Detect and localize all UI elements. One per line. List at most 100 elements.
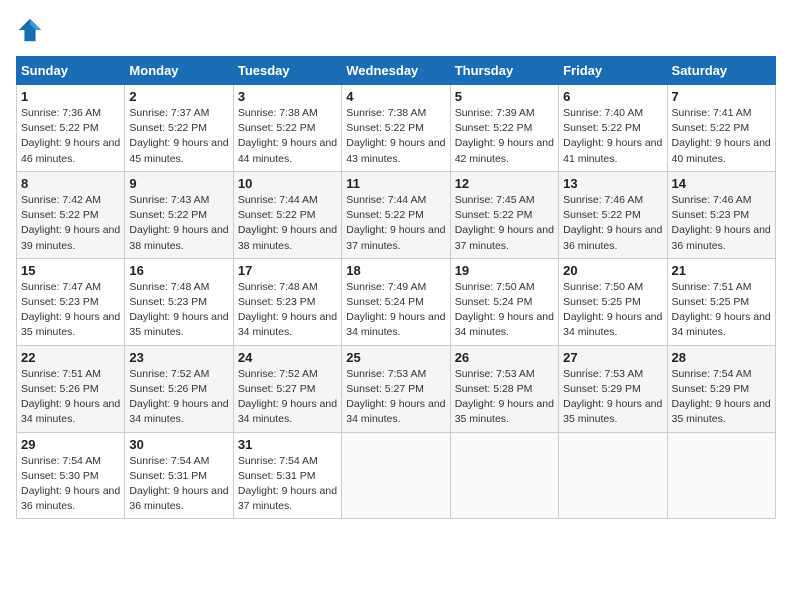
weekday-header-wednesday: Wednesday <box>342 57 450 85</box>
day-detail: Sunrise: 7:53 AMSunset: 5:29 PMDaylight:… <box>563 367 662 428</box>
day-detail: Sunrise: 7:48 AMSunset: 5:23 PMDaylight:… <box>129 280 228 341</box>
day-detail: Sunrise: 7:50 AMSunset: 5:25 PMDaylight:… <box>563 280 662 341</box>
calendar-cell <box>667 432 775 519</box>
day-detail: Sunrise: 7:37 AMSunset: 5:22 PMDaylight:… <box>129 106 228 167</box>
calendar-cell: 9 Sunrise: 7:43 AMSunset: 5:22 PMDaylight… <box>125 171 233 258</box>
day-number: 12 <box>455 176 554 191</box>
calendar-week-5: 29 Sunrise: 7:54 AMSunset: 5:30 PMDayligh… <box>17 432 776 519</box>
calendar-cell: 3Sunrise: 7:38 AMSunset: 5:22 PMDaylight… <box>233 85 341 172</box>
day-number: 11 <box>346 176 445 191</box>
day-detail: Sunrise: 7:53 AMSunset: 5:27 PMDaylight:… <box>346 367 445 428</box>
calendar-cell: 27 Sunrise: 7:53 AMSunset: 5:29 PMDayligh… <box>559 345 667 432</box>
calendar-week-2: 8 Sunrise: 7:42 AMSunset: 5:22 PMDaylight… <box>17 171 776 258</box>
page-header <box>16 16 776 44</box>
weekday-header-friday: Friday <box>559 57 667 85</box>
day-detail: Sunrise: 7:52 AMSunset: 5:26 PMDaylight:… <box>129 367 228 428</box>
weekday-header-tuesday: Tuesday <box>233 57 341 85</box>
day-number: 22 <box>21 350 120 365</box>
calendar-cell: 10 Sunrise: 7:44 AMSunset: 5:22 PMDayligh… <box>233 171 341 258</box>
day-number: 20 <box>563 263 662 278</box>
calendar-cell: 7Sunrise: 7:41 AMSunset: 5:22 PMDaylight… <box>667 85 775 172</box>
day-number: 9 <box>129 176 228 191</box>
calendar-cell: 25 Sunrise: 7:53 AMSunset: 5:27 PMDayligh… <box>342 345 450 432</box>
day-detail: Sunrise: 7:54 AMSunset: 5:31 PMDaylight:… <box>129 454 228 515</box>
day-detail: Sunrise: 7:41 AMSunset: 5:22 PMDaylight:… <box>672 106 771 167</box>
day-detail: Sunrise: 7:52 AMSunset: 5:27 PMDaylight:… <box>238 367 337 428</box>
calendar-cell: 8 Sunrise: 7:42 AMSunset: 5:22 PMDaylight… <box>17 171 125 258</box>
day-detail: Sunrise: 7:54 AMSunset: 5:30 PMDaylight:… <box>21 454 120 515</box>
day-number: 31 <box>238 437 337 452</box>
day-number: 23 <box>129 350 228 365</box>
calendar-cell: 26 Sunrise: 7:53 AMSunset: 5:28 PMDayligh… <box>450 345 558 432</box>
day-number: 29 <box>21 437 120 452</box>
calendar-cell <box>559 432 667 519</box>
day-number: 16 <box>129 263 228 278</box>
day-number: 10 <box>238 176 337 191</box>
calendar-cell: 4Sunrise: 7:38 AMSunset: 5:22 PMDaylight… <box>342 85 450 172</box>
weekday-header-saturday: Saturday <box>667 57 775 85</box>
day-number: 25 <box>346 350 445 365</box>
calendar-cell: 31Sunrise: 7:54 AMSunset: 5:31 PMDayligh… <box>233 432 341 519</box>
day-detail: Sunrise: 7:44 AMSunset: 5:22 PMDaylight:… <box>238 193 337 254</box>
day-number: 18 <box>346 263 445 278</box>
weekday-header-thursday: Thursday <box>450 57 558 85</box>
calendar-cell: 12 Sunrise: 7:45 AMSunset: 5:22 PMDayligh… <box>450 171 558 258</box>
day-detail: Sunrise: 7:51 AMSunset: 5:26 PMDaylight:… <box>21 367 120 428</box>
calendar-cell: 23 Sunrise: 7:52 AMSunset: 5:26 PMDayligh… <box>125 345 233 432</box>
day-number: 2 <box>129 89 228 104</box>
logo-icon <box>16 16 44 44</box>
calendar-cell: 16 Sunrise: 7:48 AMSunset: 5:23 PMDayligh… <box>125 258 233 345</box>
day-number: 26 <box>455 350 554 365</box>
day-detail: Sunrise: 7:42 AMSunset: 5:22 PMDaylight:… <box>21 193 120 254</box>
day-number: 6 <box>563 89 662 104</box>
logo <box>16 16 48 44</box>
weekday-header-sunday: Sunday <box>17 57 125 85</box>
day-number: 1 <box>21 89 120 104</box>
day-number: 15 <box>21 263 120 278</box>
calendar-cell <box>342 432 450 519</box>
day-detail: Sunrise: 7:48 AMSunset: 5:23 PMDaylight:… <box>238 280 337 341</box>
day-detail: Sunrise: 7:51 AMSunset: 5:25 PMDaylight:… <box>672 280 771 341</box>
calendar-cell: 19 Sunrise: 7:50 AMSunset: 5:24 PMDayligh… <box>450 258 558 345</box>
day-detail: Sunrise: 7:50 AMSunset: 5:24 PMDaylight:… <box>455 280 554 341</box>
day-detail: Sunrise: 7:45 AMSunset: 5:22 PMDaylight:… <box>455 193 554 254</box>
calendar-cell: 30Sunrise: 7:54 AMSunset: 5:31 PMDayligh… <box>125 432 233 519</box>
calendar-cell <box>450 432 558 519</box>
calendar-week-1: 1 Sunrise: 7:36 AMSunset: 5:22 PMDaylight… <box>17 85 776 172</box>
day-detail: Sunrise: 7:40 AMSunset: 5:22 PMDaylight:… <box>563 106 662 167</box>
calendar-cell: 13 Sunrise: 7:46 AMSunset: 5:22 PMDayligh… <box>559 171 667 258</box>
day-detail: Sunrise: 7:47 AMSunset: 5:23 PMDaylight:… <box>21 280 120 341</box>
day-detail: Sunrise: 7:53 AMSunset: 5:28 PMDaylight:… <box>455 367 554 428</box>
day-detail: Sunrise: 7:36 AMSunset: 5:22 PMDaylight:… <box>21 106 120 167</box>
day-detail: Sunrise: 7:54 AMSunset: 5:29 PMDaylight:… <box>672 367 771 428</box>
day-number: 8 <box>21 176 120 191</box>
calendar-cell: 18Sunrise: 7:49 AMSunset: 5:24 PMDayligh… <box>342 258 450 345</box>
calendar-week-4: 22 Sunrise: 7:51 AMSunset: 5:26 PMDayligh… <box>17 345 776 432</box>
day-detail: Sunrise: 7:43 AMSunset: 5:22 PMDaylight:… <box>129 193 228 254</box>
calendar-cell: 2 Sunrise: 7:37 AMSunset: 5:22 PMDaylight… <box>125 85 233 172</box>
calendar-cell: 22 Sunrise: 7:51 AMSunset: 5:26 PMDayligh… <box>17 345 125 432</box>
day-number: 19 <box>455 263 554 278</box>
day-number: 27 <box>563 350 662 365</box>
weekday-header-monday: Monday <box>125 57 233 85</box>
day-number: 21 <box>672 263 771 278</box>
calendar-cell: 1 Sunrise: 7:36 AMSunset: 5:22 PMDaylight… <box>17 85 125 172</box>
day-detail: Sunrise: 7:38 AMSunset: 5:22 PMDaylight:… <box>238 106 337 167</box>
day-detail: Sunrise: 7:38 AMSunset: 5:22 PMDaylight:… <box>346 106 445 167</box>
calendar-cell: 5Sunrise: 7:39 AMSunset: 5:22 PMDaylight… <box>450 85 558 172</box>
calendar-cell: 14 Sunrise: 7:46 AMSunset: 5:23 PMDayligh… <box>667 171 775 258</box>
calendar-cell: 11Sunrise: 7:44 AMSunset: 5:22 PMDayligh… <box>342 171 450 258</box>
calendar-cell: 21 Sunrise: 7:51 AMSunset: 5:25 PMDayligh… <box>667 258 775 345</box>
day-number: 17 <box>238 263 337 278</box>
day-detail: Sunrise: 7:46 AMSunset: 5:23 PMDaylight:… <box>672 193 771 254</box>
day-detail: Sunrise: 7:46 AMSunset: 5:22 PMDaylight:… <box>563 193 662 254</box>
calendar-cell: 24 Sunrise: 7:52 AMSunset: 5:27 PMDayligh… <box>233 345 341 432</box>
calendar-cell: 20 Sunrise: 7:50 AMSunset: 5:25 PMDayligh… <box>559 258 667 345</box>
day-number: 24 <box>238 350 337 365</box>
day-number: 28 <box>672 350 771 365</box>
day-number: 5 <box>455 89 554 104</box>
calendar-cell: 17 Sunrise: 7:48 AMSunset: 5:23 PMDayligh… <box>233 258 341 345</box>
day-number: 14 <box>672 176 771 191</box>
day-number: 13 <box>563 176 662 191</box>
calendar-cell: 15 Sunrise: 7:47 AMSunset: 5:23 PMDayligh… <box>17 258 125 345</box>
